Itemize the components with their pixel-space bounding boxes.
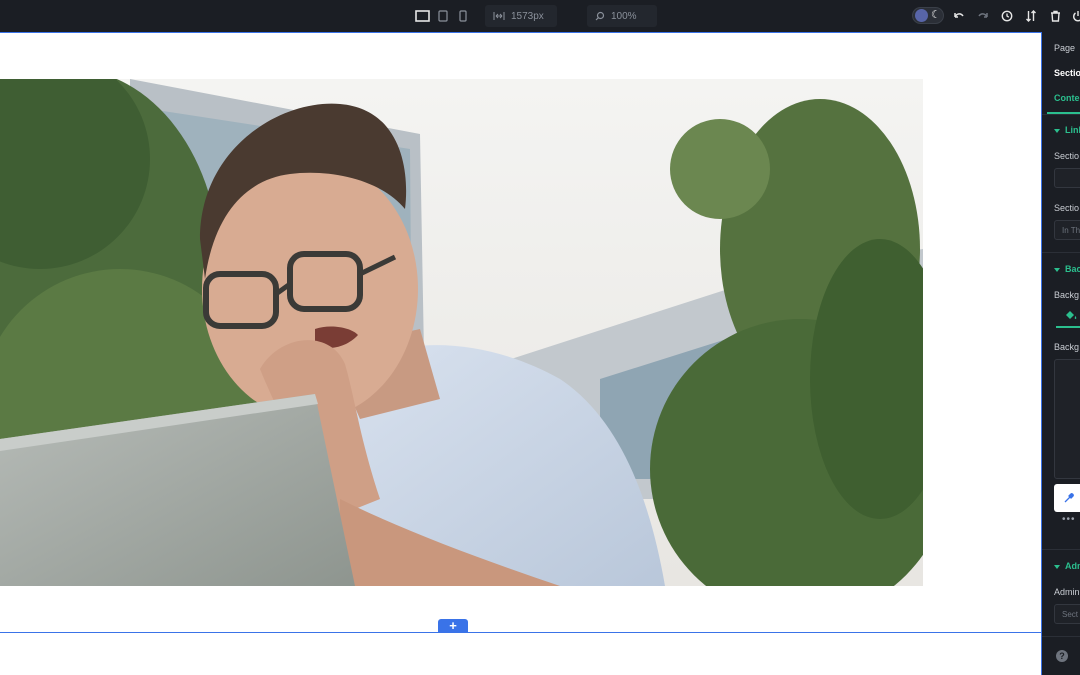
builder-canvas[interactable]: + bbox=[0, 32, 1041, 675]
redo-icon[interactable] bbox=[975, 0, 991, 32]
caret-down-icon bbox=[1054, 128, 1060, 133]
history-icon[interactable] bbox=[999, 0, 1015, 32]
mobile-icon[interactable] bbox=[457, 0, 469, 32]
top-toolbar: 1573px 100% ☾ bbox=[0, 0, 1080, 32]
zoom-icon bbox=[595, 11, 605, 21]
divider bbox=[1042, 252, 1080, 253]
zoom-field[interactable]: 100% bbox=[587, 5, 657, 27]
canvas-width-field[interactable]: 1573px bbox=[485, 5, 557, 27]
group-background-toggle[interactable]: Bac bbox=[1054, 264, 1080, 274]
canvas-width-value: 1573px bbox=[511, 10, 544, 22]
settings-panel: Page Sectio Conte Link Sectio Sectio In … bbox=[1041, 32, 1080, 675]
admin-label-input[interactable]: Sect bbox=[1054, 604, 1080, 624]
more-options-icon[interactable]: ••• bbox=[1062, 514, 1076, 525]
width-icon bbox=[493, 12, 505, 20]
plus-icon: + bbox=[449, 618, 457, 633]
group-link-label: Link bbox=[1065, 125, 1080, 135]
caret-down-icon bbox=[1054, 267, 1060, 272]
group-admin-toggle[interactable]: Adm bbox=[1054, 561, 1080, 571]
zoom-value: 100% bbox=[611, 10, 637, 22]
tab-content[interactable]: Conte bbox=[1054, 93, 1080, 103]
background-type-label: Backg bbox=[1054, 290, 1080, 300]
eyedropper-icon bbox=[1064, 493, 1074, 503]
divider bbox=[1042, 636, 1080, 637]
section-field-input[interactable] bbox=[1054, 168, 1080, 188]
help-icon[interactable]: ? bbox=[1056, 650, 1068, 662]
section-field-select[interactable]: In Th bbox=[1054, 220, 1080, 240]
group-link-toggle[interactable]: Link bbox=[1054, 125, 1080, 135]
breadcrumb-page[interactable]: Page bbox=[1054, 43, 1075, 53]
toggle-knob bbox=[915, 9, 928, 22]
add-section-button[interactable]: + bbox=[438, 619, 468, 633]
paint-bucket-icon[interactable] bbox=[1064, 309, 1078, 323]
group-background-label: Bac bbox=[1065, 264, 1080, 274]
group-admin-label: Adm bbox=[1065, 561, 1080, 571]
background-type-indicator bbox=[1056, 326, 1080, 328]
section-field-label-2: Sectio bbox=[1054, 203, 1080, 213]
trash-icon[interactable] bbox=[1047, 0, 1063, 32]
section-field-label: Sectio bbox=[1054, 151, 1080, 161]
undo-icon[interactable] bbox=[951, 0, 967, 32]
desktop-icon[interactable] bbox=[413, 0, 431, 32]
moon-icon: ☾ bbox=[931, 9, 941, 21]
eyedropper-button[interactable] bbox=[1054, 484, 1080, 512]
caret-down-icon bbox=[1054, 564, 1060, 569]
section-background-image[interactable] bbox=[0, 79, 923, 586]
section-boundary bbox=[0, 632, 1041, 633]
background-image-preview[interactable] bbox=[1054, 359, 1080, 479]
divider bbox=[1042, 549, 1080, 550]
admin-label: Admin bbox=[1054, 587, 1080, 597]
background-label: Backg bbox=[1054, 342, 1080, 352]
theme-toggle[interactable]: ☾ bbox=[912, 7, 944, 24]
tablet-icon[interactable] bbox=[436, 0, 450, 32]
divider bbox=[1042, 114, 1080, 115]
sort-icon[interactable] bbox=[1023, 0, 1039, 32]
power-icon[interactable] bbox=[1070, 0, 1080, 32]
element-title: Sectio bbox=[1054, 68, 1080, 78]
